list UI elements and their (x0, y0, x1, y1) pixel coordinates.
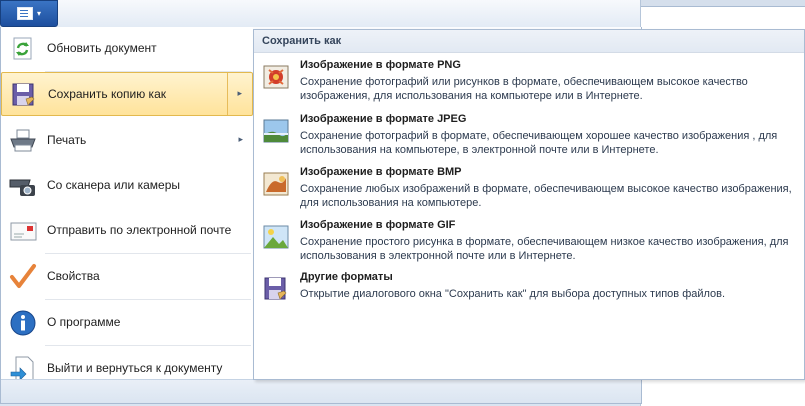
submenu-header: Сохранить как (254, 30, 804, 53)
option-description: Сохранение фотографий или рисунков в фор… (300, 76, 748, 102)
option-description: Сохранение простого рисунка в формате, о… (300, 236, 789, 262)
refresh-icon (8, 35, 38, 63)
save-option-other[interactable]: Другие форматы Открытие диалогового окна… (254, 270, 804, 322)
menu-item-label: Печать (47, 133, 87, 147)
printer-icon (8, 127, 38, 155)
save-as-submenu: Сохранить как Изображение в формате PNG … (253, 29, 805, 380)
menu-item-save-copy-as[interactable]: Сохранить копию как ▸ (1, 72, 253, 116)
save-icon (9, 81, 39, 109)
chevron-right-icon: ▸ (237, 88, 242, 98)
app-menu-button[interactable]: ▾ (0, 0, 58, 27)
jpeg-image-icon (260, 117, 292, 147)
png-image-icon (260, 63, 292, 93)
option-description: Открытие диалогового окна "Сохранить как… (300, 288, 726, 300)
gif-image-icon (260, 223, 292, 253)
menu-item-label: О программе (47, 315, 121, 329)
option-title: Изображение в формате PNG (300, 59, 461, 71)
option-description: Сохранение любых изображений в формате, … (300, 183, 792, 209)
menu-item-about[interactable]: О программе (1, 301, 253, 345)
menu-item-scanner-camera[interactable]: Со сканера или камеры (1, 164, 253, 208)
bmp-image-icon (260, 170, 292, 200)
menu-item-label: Свойства (47, 269, 100, 283)
menu-item-label: Со сканера или камеры (47, 178, 180, 192)
app-menu-left-column: Обновить документ Сохранить копию как ▸ (1, 27, 253, 382)
save-option-jpeg[interactable]: Изображение в формате JPEG Сохранение фо… (254, 112, 804, 164)
option-title: Изображение в формате BMP (300, 166, 462, 178)
option-description: Сохранение фотографий в формате, обеспеч… (300, 130, 778, 156)
option-title: Изображение в формате GIF (300, 219, 456, 231)
menu-item-send-email[interactable]: Отправить по электронной почте (1, 209, 253, 253)
menu-footer (1, 379, 641, 403)
email-icon (8, 217, 38, 245)
menu-item-label: Выйти и вернуться к документу (47, 361, 223, 375)
menu-item-label: Обновить документ (47, 41, 157, 55)
menu-item-label: Сохранить копию как (48, 87, 166, 101)
ribbon-bar: ▾ (0, 0, 640, 28)
menu-item-properties[interactable]: Свойства (1, 255, 253, 299)
menu-item-refresh[interactable]: Обновить документ (1, 27, 253, 71)
menu-item-label: Отправить по электронной почте (47, 223, 232, 237)
chevron-down-icon: ▾ (36, 9, 41, 18)
scanner-camera-icon (8, 172, 38, 200)
option-title: Изображение в формате JPEG (300, 113, 467, 125)
submenu-title: Сохранить как (262, 35, 342, 47)
option-title: Другие форматы (300, 271, 393, 283)
save-option-png[interactable]: Изображение в формате PNG Сохранение фот… (254, 58, 804, 110)
chevron-right-icon: ▸ (238, 134, 243, 144)
save-option-gif[interactable]: Изображение в формате GIF Сохранение про… (254, 218, 804, 270)
menu-item-print[interactable]: Печать ▸ (1, 119, 253, 163)
menu-icon (16, 7, 33, 20)
info-icon (8, 309, 38, 337)
save-other-icon (260, 275, 292, 305)
checkmark-icon (8, 263, 38, 291)
save-option-bmp[interactable]: Изображение в формате BMP Сохранение люб… (254, 165, 804, 217)
